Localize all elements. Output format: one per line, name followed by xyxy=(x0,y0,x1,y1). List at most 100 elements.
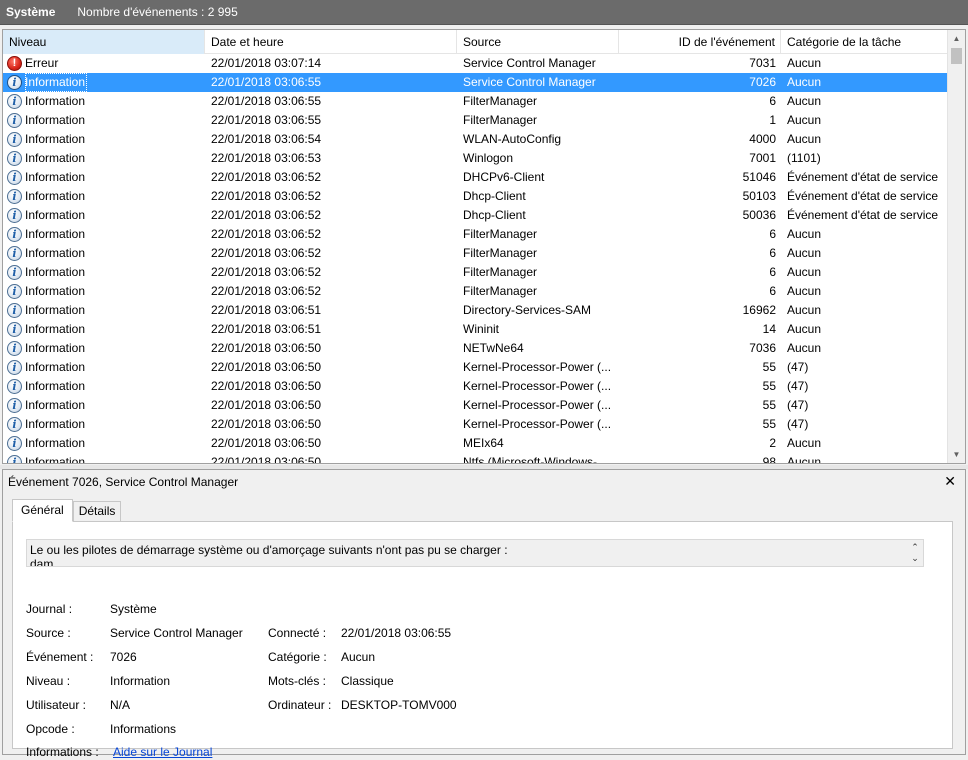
cell-source: Directory-Services-SAM xyxy=(463,303,592,317)
column-header-source[interactable]: Source xyxy=(457,30,619,54)
label-opcode: Opcode : xyxy=(26,722,75,736)
cell-event-id: 7001 xyxy=(749,151,776,165)
cell-event-id: 2 xyxy=(769,436,776,450)
info-icon: i xyxy=(7,170,22,185)
info-icon: i xyxy=(7,265,22,280)
level-text: Information xyxy=(25,360,86,374)
description-scroll-arrows-icon[interactable]: ⌃ ⌄ xyxy=(909,542,921,564)
level-text: Information xyxy=(25,189,86,203)
error-icon: ! xyxy=(7,56,22,71)
column-header-level[interactable]: Niveau xyxy=(3,30,205,54)
scroll-thumb[interactable] xyxy=(951,48,962,64)
cell-date: 22/01/2018 03:06:52 xyxy=(211,284,322,298)
table-row[interactable]: i Information 22/01/2018 03:06:50 Kernel-Pr… xyxy=(3,396,947,415)
event-detail-pane: Événement 7026, Service Control Manager … xyxy=(2,469,966,759)
info-icon: i xyxy=(7,208,22,223)
table-row[interactable]: i Information 22/01/2018 03:06:52 FilterMan… xyxy=(3,263,947,282)
table-row[interactable]: i Information 22/01/2018 03:06:50 Ntfs (Mic… xyxy=(3,453,947,463)
level-text: Information xyxy=(25,398,86,412)
table-row[interactable]: i Information 22/01/2018 03:06:54 WLAN-Auto… xyxy=(3,130,947,149)
cell-level: ! Erreur xyxy=(3,54,205,73)
cell-level: i Information xyxy=(3,396,205,415)
event-list-scrollbar[interactable]: ▲ ▼ xyxy=(947,30,965,463)
label-categorie: Catégorie : xyxy=(268,650,327,664)
event-list[interactable]: Niveau Date et heure Source ID de l'évén… xyxy=(2,29,966,464)
value-categorie: Aucun xyxy=(341,650,376,664)
level-text: Information xyxy=(25,322,86,336)
table-row[interactable]: i Information 22/01/2018 03:06:52 FilterMan… xyxy=(3,282,947,301)
close-icon[interactable]: ✕ xyxy=(944,473,956,489)
cell-source: Kernel-Processor-Power (... xyxy=(463,379,612,393)
cell-source: Service Control Manager xyxy=(463,56,596,70)
label-ordinateur: Ordinateur : xyxy=(268,698,332,712)
table-row[interactable]: ! Erreur 22/01/2018 03:07:14 Service Contro… xyxy=(3,54,947,73)
column-header-event-id[interactable]: ID de l'événement xyxy=(619,30,781,54)
cell-level: i Information xyxy=(3,263,205,282)
level-text: Information xyxy=(25,227,86,241)
help-journal-link[interactable]: Aide sur le Journal xyxy=(113,744,212,760)
table-row[interactable]: i Information 22/01/2018 03:06:52 FilterMan… xyxy=(3,225,947,244)
info-icon: i xyxy=(7,246,22,261)
cell-level: i Information xyxy=(3,339,205,358)
table-row[interactable]: i Information 22/01/2018 03:06:50 Kernel-Pr… xyxy=(3,358,947,377)
info-icon: i xyxy=(7,75,22,90)
label-utilisateur: Utilisateur : xyxy=(26,698,87,712)
level-text: Information xyxy=(25,265,86,279)
scroll-down-arrow-icon[interactable]: ▼ xyxy=(948,446,965,463)
cell-level: i Information xyxy=(3,225,205,244)
cell-category: Aucun xyxy=(787,455,822,463)
cell-category: Aucun xyxy=(787,341,822,355)
table-row[interactable]: i Information 22/01/2018 03:06:50 NETwNe64 7… xyxy=(3,339,947,358)
table-row[interactable]: i Information 22/01/2018 03:06:51 Wininit 14… xyxy=(3,320,947,339)
cell-date: 22/01/2018 03:06:52 xyxy=(211,208,322,222)
cell-date: 22/01/2018 03:06:55 xyxy=(211,75,322,89)
cell-date: 22/01/2018 03:06:52 xyxy=(211,265,322,279)
table-row[interactable]: i Information 22/01/2018 03:06:55 FilterMan… xyxy=(3,92,947,111)
cell-source: Kernel-Processor-Power (... xyxy=(463,360,612,374)
value-mots-cles: Classique xyxy=(341,674,394,688)
cell-event-id: 55 xyxy=(762,360,776,374)
event-description[interactable]: Le ou les pilotes de démarrage système o… xyxy=(26,539,924,567)
cell-category: Aucun xyxy=(787,75,822,89)
table-row[interactable]: i Information 22/01/2018 03:06:50 Kernel-Pr… xyxy=(3,377,947,396)
table-row[interactable]: i Information 22/01/2018 03:06:52 Dhcp-Clie… xyxy=(3,187,947,206)
table-row[interactable]: i Information 22/01/2018 03:06:51 Directory… xyxy=(3,301,947,320)
cell-source: Kernel-Processor-Power (... xyxy=(463,417,612,431)
table-row[interactable]: i Information 22/01/2018 03:06:50 Kernel-Pr… xyxy=(3,415,947,434)
tab-details[interactable]: Détails xyxy=(72,501,122,522)
cell-category: Événement d'état de service xyxy=(787,170,939,184)
cell-level: i Information xyxy=(3,434,205,453)
cell-date: 22/01/2018 03:06:50 xyxy=(211,379,322,393)
column-header-category[interactable]: Catégorie de la tâche xyxy=(781,30,947,54)
table-row[interactable]: i Information 22/01/2018 03:06:52 Dhcp-Clie… xyxy=(3,206,947,225)
column-header-date[interactable]: Date et heure xyxy=(205,30,457,54)
cell-category: Aucun xyxy=(787,132,822,146)
cell-level: i Information xyxy=(3,111,205,130)
table-row[interactable]: i Information 22/01/2018 03:06:50 MEIx64 2 Au… xyxy=(3,434,947,453)
info-icon: i xyxy=(7,360,22,375)
info-icon: i xyxy=(7,322,22,337)
table-row[interactable]: i Information 22/01/2018 03:06:55 Service C… xyxy=(3,73,947,92)
cell-source: FilterManager xyxy=(463,227,538,241)
cell-category: Aucun xyxy=(787,265,822,279)
cell-date: 22/01/2018 03:06:53 xyxy=(211,151,322,165)
table-row[interactable]: i Information 22/01/2018 03:06:52 FilterMan… xyxy=(3,244,947,263)
table-row[interactable]: i Information 22/01/2018 03:06:55 FilterMan… xyxy=(3,111,947,130)
cell-event-id: 6 xyxy=(769,94,776,108)
description-line-1: Le ou les pilotes de démarrage système o… xyxy=(30,543,508,557)
table-row[interactable]: i Information 22/01/2018 03:06:52 DHCPv6-Cl… xyxy=(3,168,947,187)
info-icon: i xyxy=(7,436,22,451)
info-icon: i xyxy=(7,417,22,432)
info-icon: i xyxy=(7,132,22,147)
cell-date: 22/01/2018 03:06:55 xyxy=(211,113,322,127)
cell-date: 22/01/2018 03:06:50 xyxy=(211,360,322,374)
cell-source: FilterManager xyxy=(463,94,538,108)
scroll-up-arrow-icon[interactable]: ▲ xyxy=(948,30,965,47)
tab-general[interactable]: Général xyxy=(12,499,73,522)
table-row[interactable]: i Information 22/01/2018 03:06:53 Winlogon 7… xyxy=(3,149,947,168)
cell-level: i Information xyxy=(3,244,205,263)
cell-event-id: 7026 xyxy=(749,75,776,89)
cell-category: Aucun xyxy=(787,436,822,450)
label-niveau: Niveau : xyxy=(26,674,71,688)
level-text: Information xyxy=(25,379,86,393)
